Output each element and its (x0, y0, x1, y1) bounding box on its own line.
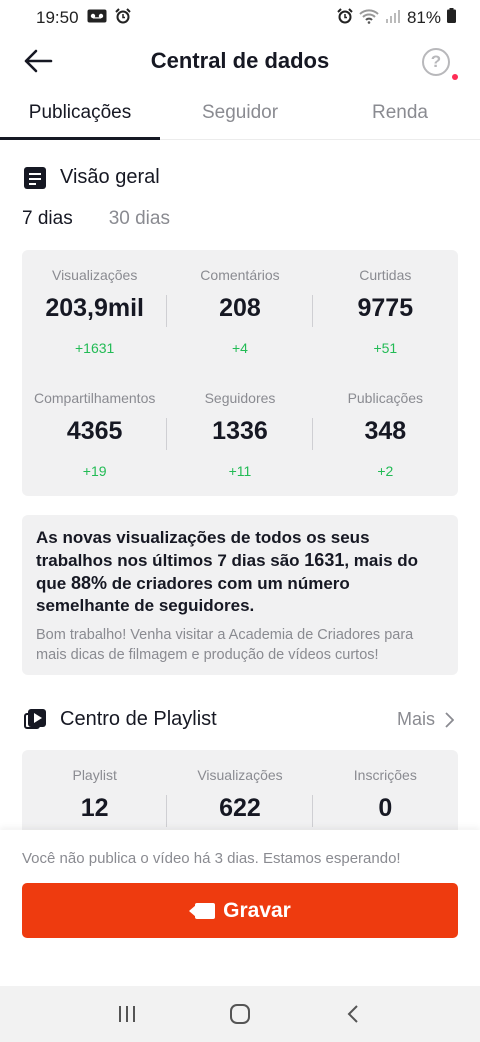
status-time: 19:50 (36, 8, 79, 27)
playlist-title: Centro de Playlist (60, 708, 217, 730)
overview-header: Visão geral (24, 166, 160, 189)
publish-prompt: Você não publica o vídeo há 3 dias. Esta… (22, 850, 401, 867)
help-button[interactable]: ? (422, 48, 450, 76)
playlist-header: Centro de Playlist (24, 708, 217, 731)
insight-views: 1631 (304, 550, 345, 570)
stat-label: Curtidas (359, 267, 412, 283)
header: Central de dados ? (0, 36, 480, 86)
stat-views[interactable]: Visualizações 203,9mil +1631 (22, 267, 168, 390)
playlist-stats-card: Playlist 12 Visualizações 622 Inscrições… (22, 750, 458, 832)
stat-value: 203,9mil (45, 294, 144, 322)
stat-value: 348 (364, 417, 407, 445)
stat-delta: +51 (373, 340, 398, 356)
wifi-icon (359, 8, 379, 29)
stat-delta: +1631 (75, 340, 115, 356)
stat-likes[interactable]: Curtidas 9775 +51 (313, 267, 458, 390)
home-button[interactable] (220, 994, 260, 1034)
stat-subscriptions[interactable]: Inscrições 0 (313, 767, 458, 832)
system-back-button[interactable] (333, 994, 373, 1034)
record-label: Gravar (223, 898, 291, 922)
stat-shares[interactable]: Compartilhamentos 4365 +19 (22, 390, 168, 513)
home-icon (229, 1004, 250, 1024)
overview-title: Visão geral (60, 166, 160, 188)
more-label: Mais (396, 709, 435, 729)
insight-percent: 88% (70, 573, 107, 593)
chevron-left-icon (347, 1005, 359, 1023)
stat-label: Compartilhamentos (33, 390, 156, 406)
stat-value: 9775 (357, 294, 414, 322)
stat-label: Comentários (200, 267, 280, 283)
stat-label: Playlist (72, 767, 117, 783)
voicemail-icon (87, 8, 107, 28)
tab-publicacoes[interactable]: Publicações (0, 90, 160, 140)
stat-label: Visualizações (51, 267, 138, 283)
stat-delta: +2 (377, 463, 394, 479)
alarm-icon (337, 7, 353, 29)
status-bar: 19:50 81% (0, 0, 480, 36)
stat-label: Visualizações (197, 767, 283, 783)
stat-delta: +19 (82, 463, 107, 479)
playlist-more-link[interactable]: Mais (397, 709, 454, 730)
insight-text: As novas visualizações de todos os seus … (36, 528, 419, 615)
tab-bar: Publicações Seguidor Renda (0, 90, 480, 140)
document-icon (24, 166, 46, 189)
record-button[interactable]: Gravar (22, 883, 458, 938)
stat-playlist-views[interactable]: Visualizações 622 (167, 767, 313, 832)
stat-delta: +11 (228, 463, 252, 479)
bottom-panel: Você não publica o vídeo há 3 dias. Esta… (0, 830, 480, 986)
stat-value: 622 (219, 794, 261, 822)
notification-dot (452, 74, 458, 80)
arrow-left-icon (24, 49, 53, 73)
tab-renda[interactable]: Renda (320, 90, 480, 139)
chevron-right-icon (445, 711, 454, 728)
stat-value: 4365 (66, 417, 123, 445)
back-button[interactable] (20, 44, 56, 78)
alarm-icon (114, 7, 131, 29)
period-30-days[interactable]: 30 dias (109, 208, 170, 230)
signal-icon (385, 8, 401, 28)
stat-value: 1336 (212, 417, 268, 445)
insight-card[interactable]: As novas visualizações de todos os seus … (22, 515, 458, 675)
system-nav-bar (0, 986, 480, 1042)
insight-subtext: Bom trabalho! Venha visitar a Academia d… (36, 627, 414, 663)
video-camera-icon (189, 902, 216, 920)
stat-value: 208 (219, 294, 261, 322)
recent-apps-button[interactable] (107, 994, 147, 1034)
stat-label: Inscrições (353, 767, 417, 783)
stat-comments[interactable]: Comentários 208 +4 (167, 267, 313, 390)
period-selector: 7 dias 30 dias (22, 208, 170, 230)
stat-delta: +4 (232, 340, 248, 356)
question-icon: ? (430, 52, 442, 71)
stat-followers[interactable]: Seguidores 1336 +11 (167, 390, 313, 513)
stat-label: Publicações (347, 390, 424, 406)
battery-percent: 81% (406, 8, 441, 27)
page-title: Central de dados (150, 48, 330, 73)
stat-label: Seguidores (204, 390, 276, 406)
stat-posts[interactable]: Publicações 348 +2 (313, 390, 458, 513)
overview-stats-card: Visualizações 203,9mil +1631 Comentários… (22, 250, 458, 496)
playlist-icon (24, 708, 46, 731)
tab-seguidor[interactable]: Seguidor (160, 90, 320, 139)
stat-playlist[interactable]: Playlist 12 (22, 767, 168, 832)
recent-apps-icon (118, 1006, 135, 1022)
period-7-days[interactable]: 7 dias (22, 208, 73, 230)
stat-value: 12 (80, 794, 109, 822)
battery-icon (447, 8, 456, 28)
stat-value: 0 (378, 794, 393, 822)
